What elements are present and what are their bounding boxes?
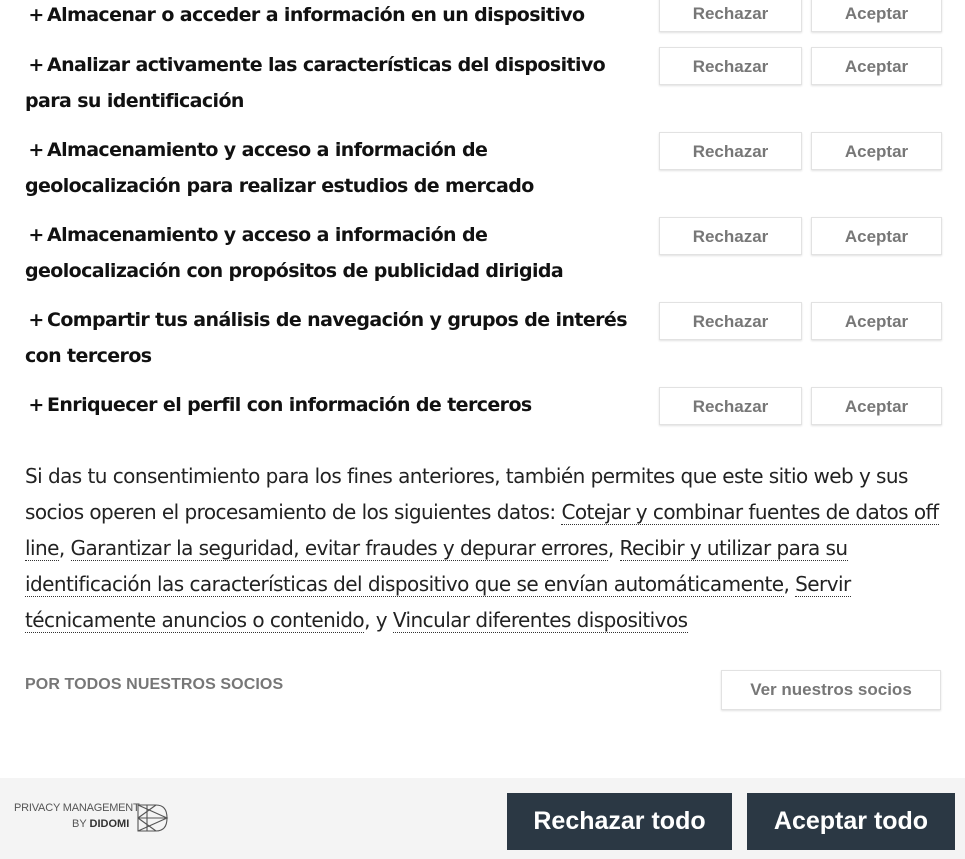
purpose-title-text: Compartir tus análisis de navegación y g… xyxy=(25,309,628,367)
view-partners-button[interactable]: Ver nuestros socios xyxy=(721,670,941,710)
expand-plus-icon: + xyxy=(28,394,44,416)
purpose-title[interactable]: + Almacenamiento y acceso a información d… xyxy=(25,132,635,204)
purpose-buttons: Rechazar Aceptar xyxy=(659,47,942,87)
expand-plus-icon: + xyxy=(28,224,44,246)
purpose-title[interactable]: + Analizar activamente las característica… xyxy=(25,47,635,119)
purpose-buttons: Rechazar Aceptar xyxy=(659,0,942,34)
reject-purpose-button[interactable]: Rechazar xyxy=(659,387,802,425)
reject-purpose-button[interactable]: Rechazar xyxy=(659,0,802,32)
brand-line2: BY DIDOMI xyxy=(72,818,129,830)
purpose-buttons: Rechazar Aceptar xyxy=(659,217,942,257)
purpose-title[interactable]: + Almacenar o acceder a información en un… xyxy=(25,0,635,33)
accept-all-button[interactable]: Aceptar todo xyxy=(747,793,955,850)
purpose-title[interactable]: + Almacenamiento y acceso a información d… xyxy=(25,217,635,289)
expand-plus-icon: + xyxy=(28,4,44,26)
accept-purpose-button[interactable]: Aceptar xyxy=(811,387,942,425)
link-link-devices[interactable]: Vincular diferentes dispositivos xyxy=(392,608,688,633)
link-security-fraud[interactable]: Garantizar la seguridad, evitar fraudes … xyxy=(70,536,608,561)
purpose-buttons: Rechazar Aceptar xyxy=(659,132,942,172)
accept-purpose-button[interactable]: Aceptar xyxy=(811,47,942,85)
purpose-title-text: Analizar activamente las características… xyxy=(25,54,606,112)
consent-page: + Almacenar o acceder a información en un… xyxy=(0,0,965,859)
brand-name: DIDOMI xyxy=(89,818,130,830)
consent-separator: , y xyxy=(364,608,393,632)
didomi-brand[interactable]: PRIVACY MANAGEMENT BY DIDOMI xyxy=(14,802,174,836)
purpose-title[interactable]: + Enriquecer el perfil con información de… xyxy=(25,387,635,423)
expand-plus-icon: + xyxy=(28,139,44,161)
reject-purpose-button[interactable]: Rechazar xyxy=(659,302,802,340)
purpose-title-text: Almacenar o acceder a información en un … xyxy=(47,4,585,26)
consent-separator: , xyxy=(607,536,620,560)
purpose-buttons: Rechazar Aceptar xyxy=(659,387,942,427)
accept-purpose-button[interactable]: Aceptar xyxy=(811,302,942,340)
purpose-title-text: Almacenamiento y acceso a información de… xyxy=(25,224,564,282)
reject-all-button[interactable]: Rechazar todo xyxy=(507,793,732,850)
reject-purpose-button[interactable]: Rechazar xyxy=(659,47,802,85)
accept-purpose-button[interactable]: Aceptar xyxy=(811,217,942,255)
didomi-logo-icon xyxy=(137,804,169,832)
purpose-buttons: Rechazar Aceptar xyxy=(659,302,942,342)
brand-by: BY xyxy=(72,818,90,830)
accept-purpose-button[interactable]: Aceptar xyxy=(811,0,942,32)
brand-line1: PRIVACY MANAGEMENT xyxy=(14,802,140,814)
consent-separator: , xyxy=(58,536,71,560)
footer-bar: PRIVACY MANAGEMENT BY DIDOMI Rechazar to… xyxy=(0,778,965,859)
purpose-title-text: Almacenamiento y acceso a información de… xyxy=(25,139,534,197)
accept-purpose-button[interactable]: Aceptar xyxy=(811,132,942,170)
reject-purpose-button[interactable]: Rechazar xyxy=(659,217,802,255)
purpose-title-text: Enriquecer el perfil con información de … xyxy=(47,394,532,416)
consent-description: Si das tu consentimiento para los fines … xyxy=(25,458,940,638)
reject-purpose-button[interactable]: Rechazar xyxy=(659,132,802,170)
expand-plus-icon: + xyxy=(28,54,44,76)
expand-plus-icon: + xyxy=(28,309,44,331)
partners-label: POR TODOS NUESTROS SOCIOS xyxy=(25,676,284,693)
purpose-title[interactable]: + Compartir tus análisis de navegación y … xyxy=(25,302,635,374)
consent-separator: , xyxy=(783,572,796,596)
